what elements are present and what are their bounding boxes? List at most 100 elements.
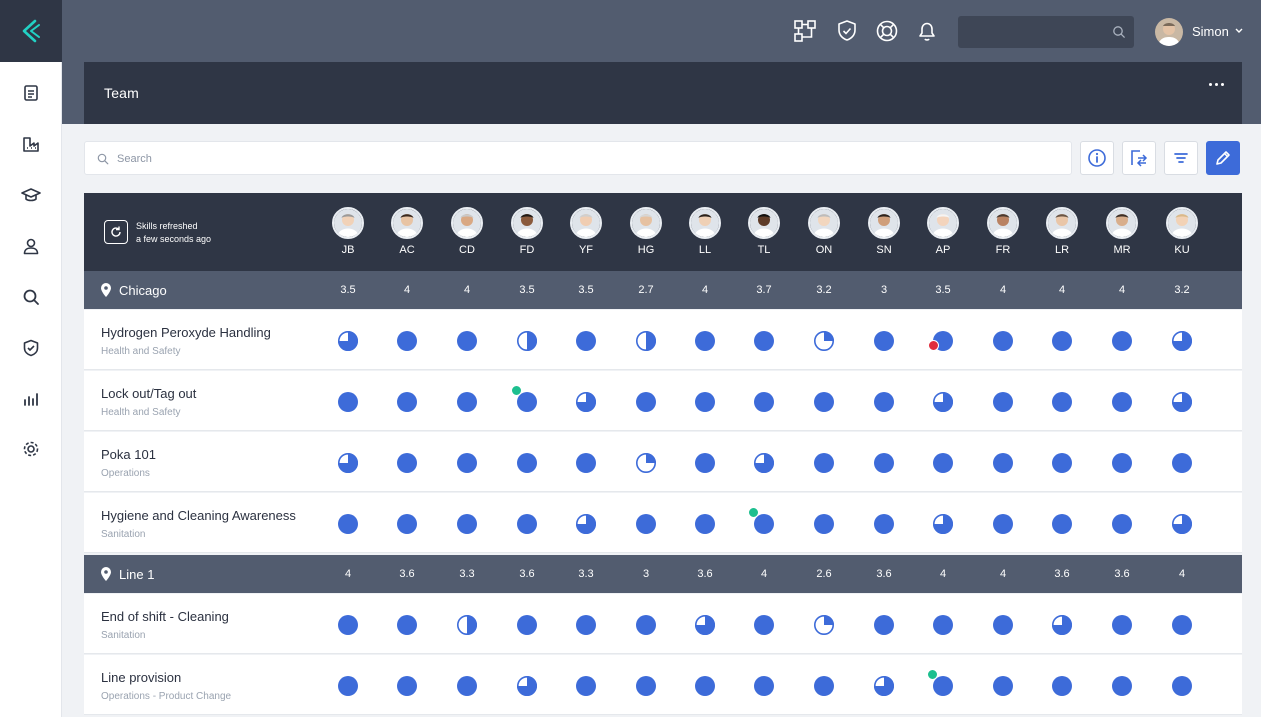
edit-button[interactable]: [1206, 141, 1240, 175]
skill-level-indicator[interactable]: [575, 675, 597, 697]
chevron-down-icon[interactable]: [1234, 27, 1244, 35]
skill-level-indicator[interactable]: [813, 391, 835, 413]
user-name[interactable]: Simon: [1192, 24, 1229, 39]
skill-row[interactable]: Hydrogen Peroxyde Handling Health and Saf…: [84, 310, 1242, 370]
workflow-button[interactable]: [790, 16, 820, 46]
skill-level-indicator[interactable]: [575, 330, 597, 352]
skill-row[interactable]: Line provision Operations - Product Chang…: [84, 655, 1242, 715]
skill-level-indicator[interactable]: [1171, 513, 1193, 535]
skill-level-indicator[interactable]: [753, 330, 775, 352]
more-options-button[interactable]: [1204, 76, 1228, 92]
skill-name[interactable]: Poka 101: [101, 447, 156, 462]
skill-level-indicator[interactable]: [992, 675, 1014, 697]
team-member-mr[interactable]: MR: [1102, 207, 1142, 256]
skill-level-indicator[interactable]: [992, 513, 1014, 535]
skill-level-indicator[interactable]: [396, 513, 418, 535]
skill-level-indicator[interactable]: [337, 391, 359, 413]
skill-level-indicator[interactable]: [753, 452, 775, 474]
skill-level-indicator[interactable]: [1171, 675, 1193, 697]
skill-level-indicator[interactable]: [694, 614, 716, 636]
skill-level-indicator[interactable]: [337, 452, 359, 474]
skill-level-indicator[interactable]: [1111, 452, 1133, 474]
group-row-line-1[interactable]: Line 1 4 3.6 3.3 3.6 3.3 3 3.6 4 2.6 3.6 4 4 3.6 3.6 4: [84, 555, 1242, 593]
skill-level-indicator[interactable]: [337, 614, 359, 636]
skill-level-indicator[interactable]: [813, 452, 835, 474]
skill-level-indicator[interactable]: [694, 675, 716, 697]
skill-level-indicator[interactable]: [516, 452, 538, 474]
app-logo[interactable]: [0, 0, 62, 62]
skill-level-indicator[interactable]: [575, 391, 597, 413]
skill-level-indicator[interactable]: [1051, 614, 1073, 636]
team-member-jb[interactable]: JB: [328, 207, 368, 256]
skill-level-indicator[interactable]: [575, 452, 597, 474]
help-button[interactable]: [872, 16, 902, 46]
skill-name[interactable]: Hydrogen Peroxyde Handling: [101, 325, 271, 340]
skill-level-indicator[interactable]: [456, 614, 478, 636]
skill-level-indicator[interactable]: [813, 614, 835, 636]
skill-level-indicator[interactable]: [1111, 391, 1133, 413]
team-member-ac[interactable]: AC: [387, 207, 427, 256]
skill-level-indicator[interactable]: [992, 330, 1014, 352]
skill-level-indicator[interactable]: [456, 391, 478, 413]
skill-level-indicator[interactable]: [873, 675, 895, 697]
skill-level-indicator[interactable]: [927, 669, 954, 697]
skill-name[interactable]: End of shift - Cleaning: [101, 609, 229, 624]
global-search-input[interactable]: [958, 16, 1134, 48]
sidebar-item-documents[interactable]: [16, 78, 46, 108]
sidebar-item-search[interactable]: [16, 282, 46, 312]
skill-level-indicator[interactable]: [873, 513, 895, 535]
team-member-hg[interactable]: HG: [626, 207, 666, 256]
team-member-tl[interactable]: TL: [744, 207, 784, 256]
skill-level-indicator[interactable]: [992, 614, 1014, 636]
skill-row[interactable]: End of shift - Cleaning Sanitation: [84, 594, 1242, 654]
user-avatar[interactable]: [1155, 18, 1183, 46]
refresh-button[interactable]: [104, 220, 128, 244]
team-search-field[interactable]: [84, 141, 1072, 175]
sidebar-item-settings[interactable]: [16, 434, 46, 464]
skill-level-indicator[interactable]: [753, 614, 775, 636]
skill-level-indicator[interactable]: [575, 513, 597, 535]
skill-level-indicator[interactable]: [1171, 391, 1193, 413]
skill-level-indicator[interactable]: [932, 614, 954, 636]
skill-name[interactable]: Line provision: [101, 670, 181, 685]
skill-level-indicator[interactable]: [694, 452, 716, 474]
team-member-ll[interactable]: LL: [685, 207, 725, 256]
team-member-fr[interactable]: FR: [983, 207, 1023, 256]
skill-level-indicator[interactable]: [694, 330, 716, 352]
skill-level-indicator[interactable]: [635, 513, 657, 535]
skill-row[interactable]: Hygiene and Cleaning Awareness Sanitation: [84, 493, 1242, 553]
skill-level-indicator[interactable]: [635, 452, 657, 474]
safety-button[interactable]: [832, 16, 862, 46]
skill-row[interactable]: Poka 101 Operations: [84, 432, 1242, 492]
skill-level-indicator[interactable]: [932, 513, 954, 535]
skill-level-indicator[interactable]: [516, 675, 538, 697]
skill-level-indicator[interactable]: [932, 452, 954, 474]
skill-level-indicator[interactable]: [813, 513, 835, 535]
skill-level-indicator[interactable]: [456, 675, 478, 697]
team-member-on[interactable]: ON: [804, 207, 844, 256]
skill-level-indicator[interactable]: [516, 513, 538, 535]
skill-level-indicator[interactable]: [1051, 391, 1073, 413]
skill-level-indicator[interactable]: [992, 452, 1014, 474]
group-row-chicago[interactable]: Chicago 3.5 4 4 3.5 3.5 2.7 4 3.7 3.2 3 3.5 4 4 4 3.2: [84, 271, 1242, 309]
skill-level-indicator[interactable]: [873, 452, 895, 474]
skill-level-indicator[interactable]: [753, 391, 775, 413]
skill-name[interactable]: Lock out/Tag out: [101, 386, 196, 401]
skill-level-indicator[interactable]: [635, 675, 657, 697]
sidebar-item-safety[interactable]: [16, 333, 46, 363]
skill-level-indicator[interactable]: [873, 391, 895, 413]
team-member-lr[interactable]: LR: [1042, 207, 1082, 256]
skill-level-indicator[interactable]: [1171, 330, 1193, 352]
skill-level-indicator[interactable]: [396, 391, 418, 413]
skill-level-indicator[interactable]: [992, 391, 1014, 413]
skill-level-indicator[interactable]: [1111, 330, 1133, 352]
skill-level-indicator[interactable]: [456, 330, 478, 352]
skill-level-indicator[interactable]: [932, 391, 954, 413]
team-member-fd[interactable]: FD: [507, 207, 547, 256]
skill-level-indicator[interactable]: [396, 330, 418, 352]
skill-level-indicator[interactable]: [928, 330, 954, 352]
sidebar-item-training[interactable]: [16, 180, 46, 210]
skill-level-indicator[interactable]: [516, 614, 538, 636]
skill-level-indicator[interactable]: [813, 330, 835, 352]
team-member-yf[interactable]: YF: [566, 207, 606, 256]
